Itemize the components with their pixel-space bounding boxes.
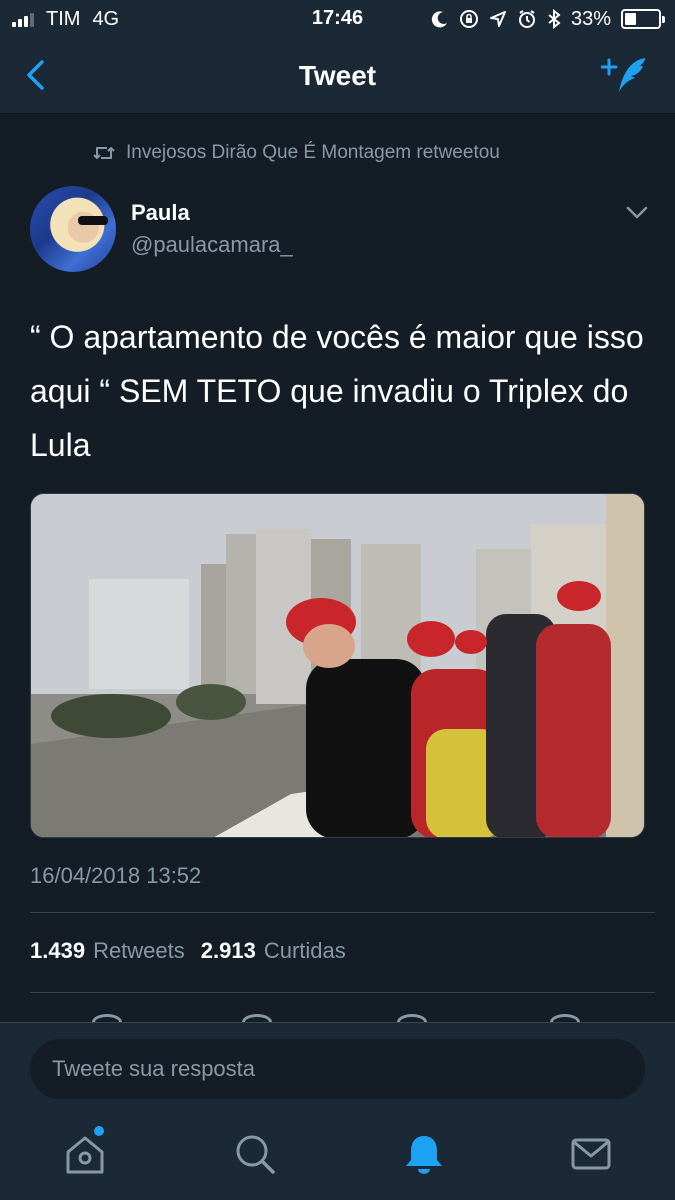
- author-handle[interactable]: @paulacamara_: [131, 232, 293, 258]
- battery-percent: 33%: [570, 7, 611, 30]
- retweet-context[interactable]: Invejosos Dirão Que É Montagem retweetou: [92, 140, 500, 166]
- bluetooth-icon: [548, 9, 561, 29]
- tab-search[interactable]: [233, 1132, 277, 1176]
- retweet-icon: [93, 147, 115, 159]
- tweet-text: “ O apartamento de vocês é maior que iss…: [30, 319, 644, 463]
- chevron-down-icon[interactable]: [625, 205, 649, 221]
- battery-icon: [621, 9, 665, 29]
- bell-icon: [406, 1136, 442, 1174]
- navigation-bar: Tweet: [0, 40, 675, 114]
- tweet-stats: 1.439 Retweets 2.913 Curtidas: [30, 938, 354, 964]
- status-bar: TIM 4G 17:46 33%: [0, 0, 675, 40]
- compose-tweet-icon: [600, 58, 645, 92]
- status-right: 33%: [431, 7, 665, 31]
- location-icon: [489, 11, 506, 27]
- likes-label[interactable]: Curtidas: [264, 938, 346, 964]
- home-icon: [66, 1136, 104, 1174]
- tab-bar: [0, 1114, 675, 1200]
- author-name[interactable]: Paula: [131, 200, 190, 226]
- notification-dot: [94, 1126, 104, 1136]
- tab-home[interactable]: [63, 1126, 107, 1176]
- retweet-context-text: Invejosos Dirão Que É Montagem retweetou: [126, 142, 500, 163]
- retweets-label[interactable]: Retweets: [93, 938, 185, 964]
- tab-notifications[interactable]: [402, 1132, 446, 1176]
- search-icon: [236, 1135, 275, 1174]
- tweet-video-thumbnail[interactable]: [30, 493, 645, 838]
- divider: [30, 992, 655, 993]
- retweets-count[interactable]: 1.439: [30, 938, 85, 964]
- rotation-lock-icon: [459, 10, 478, 28]
- compose-tweet-button[interactable]: [600, 54, 651, 98]
- tweet-detail-screen: TIM 4G 17:46 33% Tweet Invejosos Dirão Q…: [0, 0, 675, 1200]
- likes-count[interactable]: 2.913: [201, 938, 256, 964]
- mail-icon: [571, 1138, 611, 1170]
- page-title: Tweet: [298, 60, 377, 91]
- tab-messages[interactable]: [569, 1132, 613, 1176]
- reply-input[interactable]: [30, 1039, 645, 1099]
- tweet-timestamp: 16/04/2018 13:52: [30, 863, 202, 888]
- divider: [30, 912, 655, 913]
- moon-icon: [431, 11, 447, 28]
- avatar[interactable]: [30, 186, 116, 272]
- alarm-icon: [518, 10, 535, 28]
- reply-composer: [0, 1022, 675, 1114]
